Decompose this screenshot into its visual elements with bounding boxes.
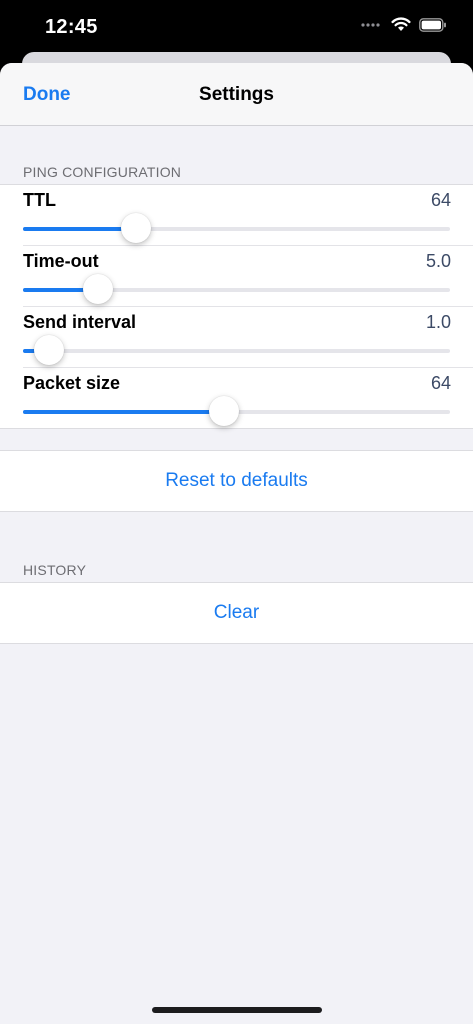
- slider-fill: [23, 227, 137, 231]
- slider-thumb[interactable]: [208, 396, 239, 426]
- slider-value: 64: [430, 373, 451, 393]
- slider-value: 64: [430, 190, 451, 210]
- section-header-history: HISTORY: [23, 562, 87, 578]
- slider-thumb[interactable]: [121, 213, 152, 243]
- slider-row-ttl: TTL 64: [23, 185, 473, 246]
- reset-to-defaults-button[interactable]: Reset to defaults: [0, 451, 473, 511]
- slider-thumb[interactable]: [33, 335, 64, 365]
- navigation-bar: Done Settings: [0, 63, 473, 126]
- slider-row-send-interval: Send interval 1.0: [23, 307, 473, 368]
- ttl-slider[interactable]: [23, 213, 450, 243]
- section-header-ping-configuration: PING CONFIGURATION: [23, 164, 182, 180]
- slider-label: Send interval: [23, 312, 137, 332]
- settings-sheet: Done Settings PING CONFIGURATION TTL 64 …: [0, 63, 473, 1024]
- slider-thumb[interactable]: [82, 274, 113, 304]
- slider-value: 1.0: [425, 312, 451, 332]
- status-icons: [361, 17, 447, 32]
- status-bar: 12:45: [0, 0, 473, 56]
- packet-size-slider[interactable]: [23, 396, 450, 426]
- status-time: 12:45: [45, 16, 98, 38]
- home-indicator: [152, 1007, 322, 1013]
- slider-label: Time-out: [23, 251, 99, 271]
- slider-row-packet-size: Packet size 64: [23, 368, 473, 428]
- time-out-slider[interactable]: [23, 274, 450, 304]
- slider-fill: [23, 410, 224, 414]
- slider-value: 5.0: [425, 251, 451, 271]
- slider-label: TTL: [23, 190, 56, 210]
- reset-group: Reset to defaults: [0, 450, 473, 512]
- wifi-icon: [391, 17, 411, 31]
- send-interval-slider[interactable]: [23, 335, 450, 365]
- history-group: Clear: [0, 582, 473, 644]
- battery-icon: [419, 17, 446, 32]
- cellular-signal-icon: [361, 22, 380, 27]
- slider-row-time-out: Time-out 5.0: [23, 246, 473, 307]
- clear-history-button[interactable]: Clear: [0, 583, 473, 643]
- slider-label: Packet size: [23, 373, 121, 393]
- ping-configuration-group: TTL 64 Time-out 5.0 Send interval 1.0 Pa…: [0, 184, 473, 429]
- page-title: Settings: [199, 84, 274, 105]
